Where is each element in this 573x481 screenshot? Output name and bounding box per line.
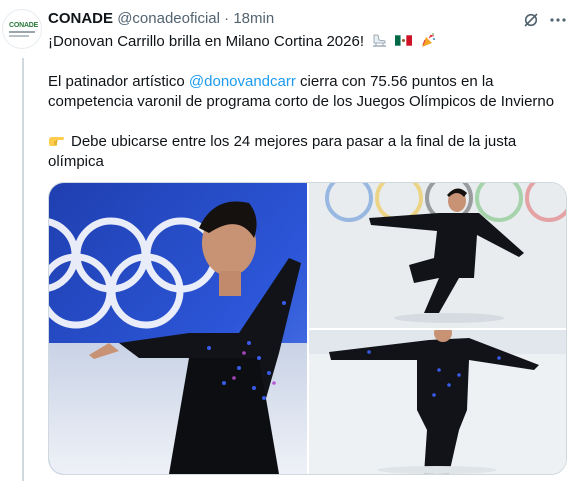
tweet-text-line: ¡Donovan Carrillo brilla en Milano Corti… <box>48 32 568 52</box>
mexico-flag-icon <box>395 35 413 46</box>
avatar[interactable]: CONADE <box>2 9 42 49</box>
tweet-text: Debe ubicarse entre los 24 mejores para … <box>71 133 517 150</box>
separator-dot: · <box>224 10 230 27</box>
media-grid <box>48 182 567 475</box>
tweet-text: cierra con 75.56 puntos en la <box>295 73 494 90</box>
author-handle[interactable]: @conadeoficial <box>117 10 220 27</box>
avatar-logo-line <box>9 31 35 33</box>
grok-icon[interactable] <box>523 12 539 28</box>
thread-line <box>22 58 24 481</box>
tweet-text-line: competencia varonil de programa corto de… <box>48 93 555 110</box>
tweet-time[interactable]: 18min <box>233 10 274 27</box>
mention-link[interactable]: @donovandcarr <box>189 73 296 90</box>
tweet-header: CONADE @conadeoficial · 18min <box>48 9 523 29</box>
party-popper-icon <box>421 33 435 47</box>
tweet-text-line: olímpica <box>48 153 104 170</box>
author-name[interactable]: CONADE <box>48 10 113 27</box>
photo-top-right[interactable] <box>309 183 566 328</box>
tweet-text: El patinador artístico <box>48 73 189 90</box>
ice-skate-icon <box>373 34 387 47</box>
photo-bottom-right[interactable] <box>309 330 566 474</box>
photo-main[interactable] <box>49 183 307 474</box>
avatar-logo-line <box>9 35 29 37</box>
tweet-text-line: El patinador artístico @donovandcarr cie… <box>48 72 568 92</box>
more-icon[interactable] <box>549 13 567 27</box>
tweet-text-line: Debe ubicarse entre los 24 mejores para … <box>48 132 568 152</box>
backhand-index-pointing-right-icon <box>49 137 64 146</box>
tweet-headline: ¡Donovan Carrillo brilla en Milano Corti… <box>48 33 364 50</box>
avatar-logo-text: CONADE <box>9 22 39 29</box>
